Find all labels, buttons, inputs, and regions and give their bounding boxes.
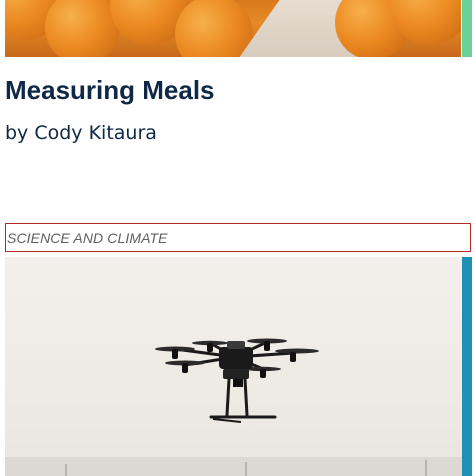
drone-thumbnail-image[interactable] xyxy=(5,257,462,476)
article-byline: by Cody Kitaura xyxy=(5,122,157,144)
category-label: SCIENCE AND CLIMATE xyxy=(7,229,168,246)
article-feed: Measuring Meals by Cody Kitaura SCIENCE … xyxy=(0,0,476,476)
orange-shape xyxy=(45,0,120,57)
article-title[interactable]: Measuring Meals xyxy=(5,74,215,106)
category-tag[interactable]: SCIENCE AND CLIMATE xyxy=(5,223,471,252)
accent-bar xyxy=(462,257,472,476)
oranges-thumbnail-image[interactable] xyxy=(5,0,461,57)
accent-bar xyxy=(462,0,472,57)
orange-shape xyxy=(175,0,253,57)
drone-illustration xyxy=(5,338,462,476)
